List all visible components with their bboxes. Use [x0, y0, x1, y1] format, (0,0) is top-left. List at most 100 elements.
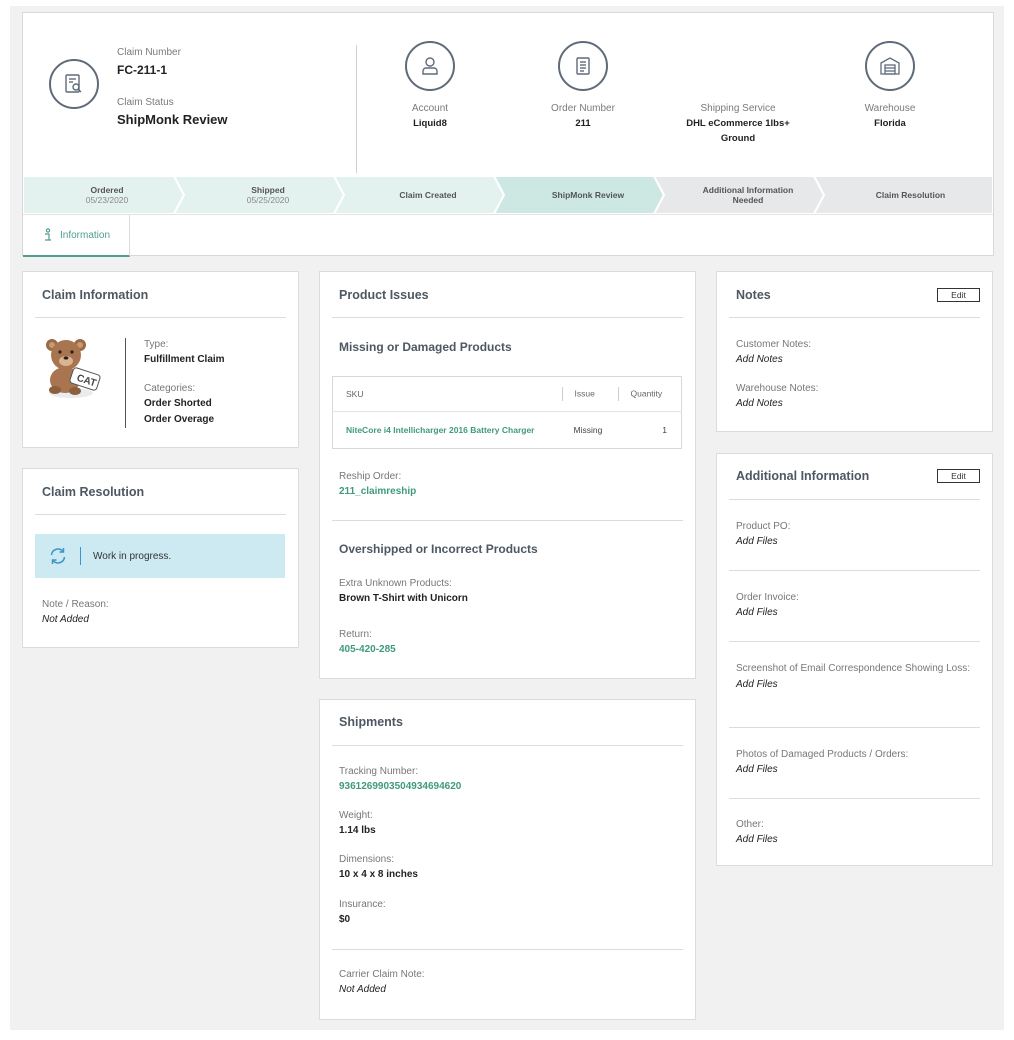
order-number-label: Order Number: [551, 103, 615, 114]
tab-bar: Information: [23, 214, 993, 257]
claim-search-icon: [49, 59, 99, 109]
claim-category-item: Order Shorted: [144, 398, 212, 409]
email-screenshot-field: Screenshot of Email Correspondence Showi…: [736, 661, 976, 693]
claim-resolution-title: Claim Resolution: [42, 485, 145, 499]
shipments-card: Shipments Tracking Number: 9361269903504…: [319, 699, 696, 1020]
email-screenshot-add-files[interactable]: Add Files: [736, 677, 976, 693]
shipments-title: Shipments: [339, 715, 403, 729]
step-ordered: Ordered 05/23/2020: [23, 176, 191, 214]
tracking-number-link[interactable]: 9361269903504934694620: [339, 779, 461, 795]
insurance-label: Insurance:: [339, 899, 386, 910]
note-reason-value: Not Added: [42, 614, 89, 625]
missing-products-table: SKU Issue Quantity NiteCore i4 Intellich…: [332, 376, 682, 449]
table-header-row: SKU Issue Quantity: [332, 376, 682, 412]
order-invoice-add-files[interactable]: Add Files: [736, 605, 799, 621]
additional-information-card: Additional Information Edit Product PO: …: [716, 453, 993, 866]
notes-title: Notes: [736, 288, 771, 302]
warehouse-icon: [865, 41, 915, 91]
step-claim-resolution: Claim Resolution: [828, 176, 993, 214]
divider: [35, 317, 286, 318]
step-shipped-label: Shipped: [251, 185, 285, 195]
additional-information-title: Additional Information: [736, 469, 870, 483]
sku-link[interactable]: NiteCore i4 Intellicharger 2016 Battery …: [333, 412, 562, 449]
product-po-add-files[interactable]: Add Files: [736, 534, 790, 550]
step-shipmonk-review: ShipMonk Review: [508, 176, 668, 214]
shipping-service-value: DHL eCommerce 1lbs+ Ground: [653, 116, 823, 146]
warehouse-label: Warehouse: [864, 103, 916, 114]
step-shipped-date: 05/25/2020: [246, 195, 290, 205]
work-in-progress-text: Work in progress.: [93, 550, 172, 562]
warehouse-stat: Warehouse Florida: [805, 103, 975, 131]
other-add-files[interactable]: Add Files: [736, 832, 778, 848]
divider: [729, 499, 980, 500]
extra-products-value: Brown T-Shirt with Unicorn: [339, 593, 468, 604]
divider: [729, 641, 980, 642]
divider: [35, 514, 286, 515]
quantity-header-label: Quantity: [630, 388, 663, 399]
other-label: Other:: [736, 819, 764, 830]
dimensions-label: Dimensions:: [339, 854, 395, 865]
carrier-note-field: Carrier Claim Note: Not Added: [339, 968, 425, 998]
quantity-cell: 1: [662, 425, 667, 435]
damaged-photos-field: Photos of Damaged Products / Orders: Add…: [736, 748, 908, 778]
warehouse-notes-label: Warehouse Notes:: [736, 383, 819, 394]
claim-number-block: Claim Number FC-211-1 Claim Status ShipM…: [117, 47, 228, 127]
product-po-label: Product PO:: [736, 521, 791, 532]
tab-information[interactable]: Information: [23, 215, 130, 257]
divider: [332, 520, 683, 521]
return-link[interactable]: 405-420-285: [339, 642, 396, 658]
order-document-icon: [558, 41, 608, 91]
step-shipmonk-review-label: ShipMonk Review: [551, 190, 625, 200]
missing-damaged-title: Missing or Damaged Products: [339, 340, 512, 354]
order-number-value: 211: [575, 118, 591, 129]
account-stat: Account Liquid8: [345, 103, 515, 131]
tab-information-label: Information: [59, 229, 111, 241]
warehouse-notes-link[interactable]: Add Notes: [736, 396, 818, 412]
divider: [332, 317, 683, 318]
page-background: Claim Number FC-211-1 Claim Status ShipM…: [10, 6, 1004, 1030]
claim-category-item: Order Overage: [144, 414, 215, 425]
claim-progress-bar: Ordered 05/23/2020 Shipped 05/25/2020 Cl…: [23, 176, 993, 214]
divider: [332, 949, 683, 950]
overshipped-title: Overshipped or Incorrect Products: [339, 542, 538, 556]
additional-edit-button[interactable]: Edit: [937, 469, 980, 483]
divider: [617, 387, 619, 401]
weight-field: Weight: 1.14 lbs: [339, 809, 376, 839]
claim-number-label: Claim Number: [117, 47, 181, 58]
insurance-value: $0: [339, 914, 351, 925]
warehouse-value: Florida: [874, 118, 906, 129]
step-claim-resolution-label: Claim Resolution: [875, 190, 946, 200]
issue-column-header: Issue: [561, 376, 618, 412]
divider: [561, 387, 563, 401]
claim-number: FC-211-1: [117, 63, 168, 77]
carrier-note-label: Carrier Claim Note:: [339, 969, 425, 980]
step-claim-created-label: Claim Created: [399, 190, 457, 200]
order-invoice-label: Order Invoice:: [736, 592, 799, 603]
order-invoice-field: Order Invoice: Add Files: [736, 591, 799, 621]
claim-status: ShipMonk Review: [117, 112, 228, 127]
step-additional-info: Additional Information Needed: [668, 176, 828, 214]
damaged-photos-add-files[interactable]: Add Files: [736, 762, 908, 778]
customer-notes-field: Customer Notes: Add Notes: [736, 338, 811, 368]
notes-edit-button[interactable]: Edit: [937, 288, 980, 302]
reship-order-link[interactable]: 211_claimreship: [339, 484, 416, 500]
work-in-progress-banner: Work in progress.: [35, 534, 285, 578]
account-value: Liquid8: [413, 118, 447, 129]
dimensions-value: 10 x 4 x 8 inches: [339, 869, 418, 880]
account-user-icon: [405, 41, 455, 91]
weight-label: Weight:: [339, 810, 373, 821]
insurance-field: Insurance: $0: [339, 898, 386, 928]
shipping-service-stat: Shipping Service DHL eCommerce 1lbs+ Gro…: [653, 103, 823, 146]
reship-order-field: Reship Order: 211_claimreship: [339, 470, 416, 500]
extra-products-field: Extra Unknown Products: Brown T-Shirt wi…: [339, 577, 468, 607]
divider: [125, 338, 126, 428]
claim-information-card: Claim Information CAT Type: Fulfillment …: [22, 271, 299, 448]
note-reason-field: Note / Reason: Not Added: [42, 598, 109, 628]
divider: [729, 570, 980, 571]
claim-information-title: Claim Information: [42, 288, 149, 302]
shipping-service-label: Shipping Service: [700, 103, 776, 114]
quantity-column-header: Quantity: [617, 376, 682, 412]
shipping-service-line1: DHL eCommerce 1lbs+: [686, 118, 790, 129]
damaged-photos-label: Photos of Damaged Products / Orders:: [736, 749, 909, 760]
customer-notes-link[interactable]: Add Notes: [736, 352, 811, 368]
